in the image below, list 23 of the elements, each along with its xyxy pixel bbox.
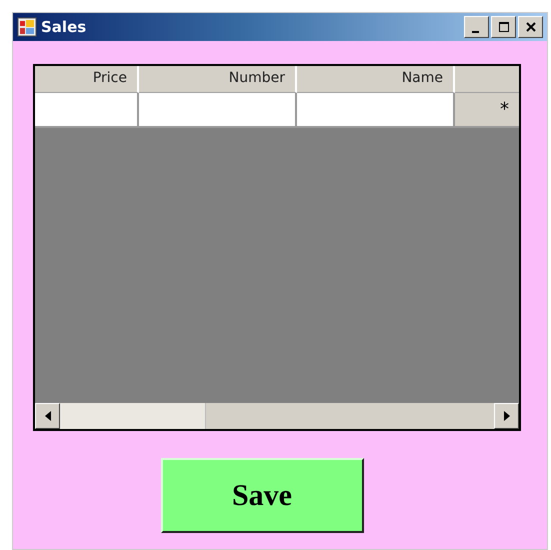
new-row-marker[interactable]: * — [455, 93, 519, 128]
right-arrow-icon — [504, 411, 510, 421]
table-cell[interactable] — [297, 93, 455, 128]
row-header-corner — [455, 66, 519, 93]
minimize-button[interactable] — [464, 16, 489, 38]
maximize-icon — [498, 21, 510, 33]
app-icon — [17, 17, 37, 37]
scroll-right-button[interactable] — [494, 403, 519, 429]
minimize-icon — [472, 30, 478, 32]
scrollbar-thumb[interactable] — [60, 403, 206, 429]
window-title: Sales — [41, 18, 88, 36]
horizontal-scrollbar[interactable] — [35, 403, 519, 429]
scroll-left-button[interactable] — [35, 403, 60, 429]
close-button[interactable] — [518, 16, 543, 38]
column-header[interactable]: Price — [35, 66, 139, 93]
maximize-button[interactable] — [491, 16, 516, 38]
close-icon — [524, 21, 536, 33]
left-arrow-icon — [44, 411, 50, 421]
table-cell[interactable] — [35, 93, 139, 128]
column-header[interactable]: Number — [139, 66, 297, 93]
column-header[interactable]: Name — [297, 66, 455, 93]
table-cell[interactable] — [139, 93, 297, 128]
save-button[interactable]: Save — [160, 458, 364, 533]
